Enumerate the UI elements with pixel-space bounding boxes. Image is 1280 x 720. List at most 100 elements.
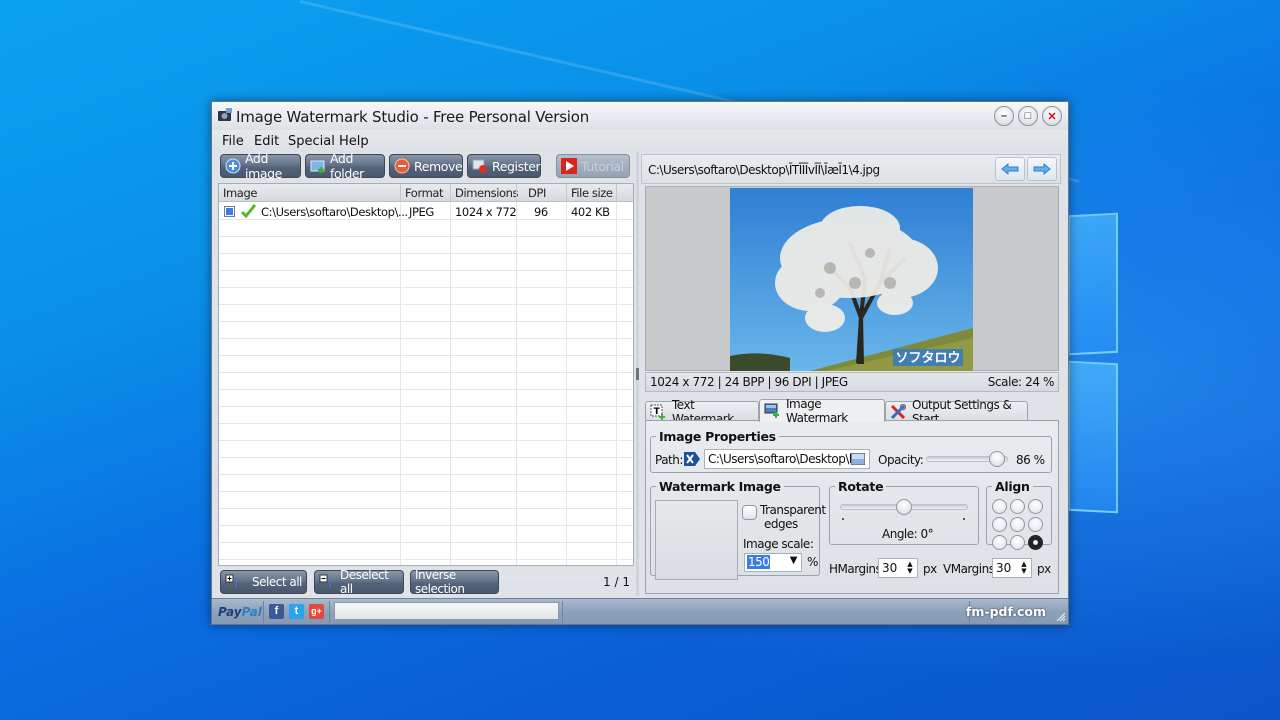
- add-image-icon: [225, 158, 241, 174]
- rotate-tick-max: [963, 518, 965, 520]
- select-all-button[interactable]: Select all: [220, 570, 307, 594]
- splitter-grip[interactable]: [636, 368, 639, 380]
- vmargins-value: 30: [996, 561, 1012, 575]
- empty-table-row: [219, 407, 633, 424]
- previous-image-button[interactable]: [995, 157, 1025, 181]
- minimize-icon: –: [1000, 110, 1008, 122]
- menu-help[interactable]: Help: [339, 134, 369, 149]
- watermark-overlay: ソフタロウ: [895, 351, 960, 366]
- close-icon: ✕: [1047, 110, 1057, 123]
- menu-file[interactable]: File: [222, 134, 244, 149]
- align-bottom-center-radio[interactable]: [1010, 535, 1025, 550]
- tab-image-watermark-label: Image Watermark: [786, 397, 848, 425]
- spinner-arrows-icon[interactable]: ▲ ▼: [905, 561, 915, 575]
- maximize-button[interactable]: □: [1018, 106, 1038, 126]
- image-scale-percent: %: [807, 555, 818, 569]
- align-bottom-left-radio[interactable]: [992, 535, 1007, 550]
- align-top-left-radio[interactable]: [992, 499, 1007, 514]
- title-bar[interactable]: Image Watermark Studio - Free Personal V…: [212, 102, 1068, 130]
- align-middle-left-radio[interactable]: [992, 517, 1007, 532]
- text-watermark-icon: T: [650, 404, 665, 420]
- image-preview: ソフタロウ: [645, 186, 1059, 371]
- paypal-text-2: Pal: [241, 605, 262, 619]
- vmargins-spinner[interactable]: 30 ▲ ▼: [992, 558, 1032, 578]
- empty-table-row: [219, 339, 633, 356]
- column-dimensions[interactable]: Dimensions: [455, 186, 519, 200]
- tab-image-watermark[interactable]: Image Watermark: [759, 397, 885, 425]
- menu-bar: File Edit Special Help: [212, 130, 1068, 152]
- watermark-image-legend: Watermark Image: [659, 479, 781, 494]
- menu-edit[interactable]: Edit: [254, 134, 279, 149]
- opacity-slider-thumb[interactable]: [988, 451, 1005, 467]
- align-bottom-right-radio[interactable]: [1028, 535, 1043, 550]
- tutorial-button[interactable]: Tutorial: [556, 154, 630, 178]
- align-middle-right-radio[interactable]: [1028, 517, 1043, 532]
- transparent-edges-checkbox[interactable]: [742, 505, 757, 520]
- deselect-all-label: Deselect all: [340, 568, 389, 596]
- inverse-selection-button[interactable]: Inverse selection: [410, 568, 499, 596]
- tools-icon: [890, 403, 906, 419]
- cell-image: C:\Users\softaro\Desktop\...: [261, 205, 408, 219]
- image-scale-select[interactable]: 150 ▼: [744, 553, 802, 572]
- vmargins-unit: px: [1037, 562, 1051, 576]
- align-center-radio[interactable]: [1010, 517, 1025, 532]
- opacity-value: 86 %: [1016, 453, 1045, 467]
- align-top-center-radio[interactable]: [1010, 499, 1025, 514]
- facebook-icon[interactable]: f: [269, 604, 284, 619]
- paypal-text-1: Pay: [218, 605, 242, 619]
- watermark-path-field[interactable]: C:\Users\softaro\Desktop\he: [704, 449, 870, 469]
- file-list-panel: Add image Add folder Remove Register Tut…: [216, 151, 634, 596]
- next-image-button[interactable]: [1027, 157, 1057, 181]
- status-bar: PayPal f t g+ fm-pdf.com: [212, 598, 1068, 624]
- empty-table-row: [219, 492, 633, 509]
- hmargins-spinner[interactable]: 30 ▲ ▼: [878, 558, 918, 578]
- column-file-size[interactable]: File size: [571, 186, 613, 200]
- preview-photo: ソフタロウ: [730, 188, 973, 371]
- browse-image-icon[interactable]: [851, 453, 865, 465]
- table-row[interactable]: C:\Users\softaro\Desktop\... JPEG 1024 x…: [219, 203, 633, 220]
- empty-table-row: [219, 373, 633, 390]
- tab-output-settings[interactable]: Output Settings & Start: [885, 398, 1028, 426]
- resize-grip-icon[interactable]: [1054, 610, 1066, 622]
- row-checkbox[interactable]: [224, 206, 235, 217]
- empty-table-row: [219, 509, 633, 526]
- add-image-button[interactable]: Add image: [220, 151, 301, 181]
- rotate-slider-thumb[interactable]: [896, 499, 912, 515]
- vmargins-label: VMargins:: [943, 562, 999, 576]
- cell-format: JPEG: [409, 205, 434, 219]
- register-icon: [472, 159, 487, 173]
- tab-text-watermark[interactable]: T Text Watermark: [645, 398, 759, 426]
- spinner-arrows-icon[interactable]: ▲ ▼: [1019, 561, 1029, 575]
- column-dpi[interactable]: DPI: [528, 186, 546, 200]
- minimize-button[interactable]: –: [994, 106, 1014, 126]
- register-button[interactable]: Register: [467, 154, 541, 178]
- empty-table-row: [219, 424, 633, 441]
- add-folder-button[interactable]: Add folder: [305, 151, 385, 181]
- settings-tabs: T Text Watermark Image Watermark Output …: [645, 397, 1059, 426]
- google-plus-icon[interactable]: g+: [309, 604, 324, 619]
- cell-dpi: 96: [534, 205, 548, 219]
- deselect-all-button[interactable]: Deselect all: [314, 568, 404, 596]
- file-list-table: Image Format Dimensions DPI File size C:…: [218, 183, 634, 577]
- watermark-thumbnail[interactable]: [655, 500, 738, 580]
- align-top-right-radio[interactable]: [1028, 499, 1043, 514]
- remove-label: Remove: [414, 158, 463, 174]
- menu-special[interactable]: Special: [288, 134, 335, 149]
- close-button[interactable]: ✕: [1042, 106, 1062, 126]
- column-format[interactable]: Format: [405, 186, 444, 200]
- empty-table-row: [219, 305, 633, 322]
- list-actions-bar: Select all Deselect all Inverse selectio…: [218, 568, 634, 596]
- transparent-edges-label-2: edges: [764, 517, 798, 531]
- twitter-icon[interactable]: t: [289, 604, 304, 619]
- website-link[interactable]: fm-pdf.com: [966, 604, 1046, 619]
- column-image[interactable]: Image: [223, 186, 257, 200]
- arrow-right-icon: [1033, 163, 1051, 175]
- clear-path-icon[interactable]: [684, 452, 700, 466]
- empty-table-row: [219, 356, 633, 373]
- empty-table-row: [219, 390, 633, 407]
- paypal-link[interactable]: PayPal: [218, 605, 262, 619]
- empty-table-row: [219, 220, 633, 237]
- arrow-left-icon: [1001, 163, 1019, 175]
- remove-button[interactable]: Remove: [389, 154, 463, 178]
- inverse-selection-label: Inverse selection: [415, 568, 465, 596]
